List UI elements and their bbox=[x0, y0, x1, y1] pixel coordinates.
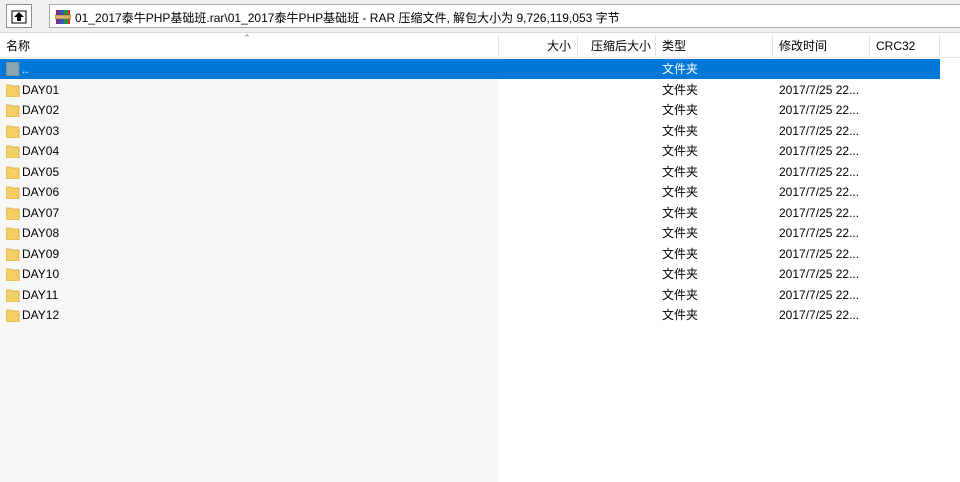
row-modified: 2017/7/25 22... bbox=[779, 164, 860, 179]
row-name: .. bbox=[22, 62, 29, 76]
row-modified: 2017/7/25 22... bbox=[779, 246, 860, 261]
row-name: DAY05 bbox=[22, 164, 60, 179]
row-name: DAY06 bbox=[22, 185, 60, 199]
parent-folder-icon bbox=[6, 62, 20, 76]
row-modified: 2017/7/25 22... bbox=[779, 144, 860, 158]
row-name: DAY04 bbox=[22, 144, 60, 158]
column-packed-size[interactable]: 压缩后大小 bbox=[578, 35, 656, 57]
column-modified[interactable]: 修改时间 bbox=[773, 35, 870, 57]
column-crc32-label: CRC32 bbox=[876, 39, 916, 53]
row-type: 文件夹 bbox=[662, 164, 699, 179]
row-type: 文件夹 bbox=[662, 226, 699, 240]
rar-archive-icon bbox=[54, 9, 72, 25]
column-type[interactable]: 类型 bbox=[656, 35, 773, 57]
table-row[interactable]: DAY09 文件夹 2017/7/25 22... bbox=[0, 244, 940, 264]
row-name: DAY11 bbox=[22, 287, 59, 302]
row-type: 文件夹 bbox=[662, 103, 699, 117]
table-row[interactable]: DAY04 文件夹 2017/7/25 22... bbox=[0, 141, 940, 161]
row-name: DAY10 bbox=[22, 267, 60, 281]
row-modified bbox=[779, 59, 869, 79]
table-row[interactable]: DAY05 文件夹 2017/7/25 22... bbox=[0, 162, 940, 182]
table-row[interactable]: DAY06 文件夹 2017/7/25 22... bbox=[0, 182, 940, 202]
row-name: DAY12 bbox=[22, 308, 60, 322]
row-modified: 2017/7/25 22... bbox=[779, 185, 860, 199]
folder-icon bbox=[6, 144, 20, 158]
table-row[interactable]: DAY02 文件夹 2017/7/25 22... bbox=[0, 100, 940, 120]
row-modified: 2017/7/25 22... bbox=[779, 267, 860, 281]
row-name: DAY02 bbox=[22, 103, 60, 117]
row-modified: 2017/7/25 22... bbox=[779, 103, 860, 117]
row-type: 文件夹 bbox=[662, 205, 699, 220]
row-modified: 2017/7/25 22... bbox=[779, 82, 860, 97]
up-folder-icon bbox=[11, 8, 27, 24]
folder-icon bbox=[6, 308, 20, 322]
folder-icon bbox=[6, 165, 20, 179]
table-row[interactable]: DAY07 文件夹 2017/7/25 22... bbox=[0, 203, 940, 223]
table-row[interactable]: DAY12 文件夹 2017/7/25 22... bbox=[0, 305, 940, 325]
row-modified: 2017/7/25 22... bbox=[779, 287, 860, 302]
row-modified: 2017/7/25 22... bbox=[779, 226, 860, 240]
row-type: 文件夹 bbox=[662, 267, 699, 281]
row-type: 文件夹 bbox=[662, 185, 699, 199]
column-modified-label: 修改时间 bbox=[779, 39, 828, 53]
table-row[interactable]: DAY10 文件夹 2017/7/25 22... bbox=[0, 264, 940, 284]
table-row[interactable]: DAY11 文件夹 2017/7/25 22... bbox=[0, 285, 940, 305]
folder-icon bbox=[6, 247, 20, 261]
folder-icon bbox=[6, 185, 20, 199]
column-packed-size-label: 压缩后大小 bbox=[591, 39, 652, 53]
folder-icon bbox=[6, 83, 20, 97]
folder-icon bbox=[6, 103, 20, 117]
table-row[interactable]: DAY01 文件夹 2017/7/25 22... bbox=[0, 80, 940, 100]
row-name: DAY07 bbox=[22, 205, 60, 220]
row-type: 文件夹 bbox=[662, 287, 699, 302]
row-type: 文件夹 bbox=[662, 62, 699, 76]
column-header: ^ 名称 大小 压缩后大小 类型 修改时间 CRC32 bbox=[0, 34, 960, 58]
archive-path-text: 01_2017泰牛PHP基础班.rar\01_2017泰牛PHP基础班 - RA… bbox=[75, 11, 620, 25]
up-one-level-button[interactable] bbox=[6, 4, 32, 28]
row-type: 文件夹 bbox=[662, 246, 699, 261]
folder-icon bbox=[6, 288, 20, 302]
column-size[interactable]: 大小 bbox=[499, 35, 578, 57]
row-name: DAY03 bbox=[22, 123, 60, 138]
row-name: DAY08 bbox=[22, 226, 60, 240]
row-type: 文件夹 bbox=[662, 82, 699, 97]
row-modified: 2017/7/25 22... bbox=[779, 308, 860, 322]
row-name: DAY09 bbox=[22, 246, 60, 261]
folder-icon bbox=[6, 206, 20, 220]
table-row-parent[interactable]: .. 文件夹 bbox=[0, 59, 940, 79]
row-type: 文件夹 bbox=[662, 308, 699, 322]
column-crc32[interactable]: CRC32 bbox=[870, 35, 940, 57]
column-name-label: 名称 bbox=[6, 39, 31, 53]
address-bar: 01_2017泰牛PHP基础班.rar\01_2017泰牛PHP基础班 - RA… bbox=[0, 0, 960, 33]
row-type: 文件夹 bbox=[662, 144, 699, 158]
folder-icon bbox=[6, 226, 20, 240]
column-name[interactable]: 名称 bbox=[0, 35, 499, 57]
column-size-label: 大小 bbox=[546, 39, 571, 53]
row-name: DAY01 bbox=[22, 82, 60, 97]
column-type-label: 类型 bbox=[662, 39, 687, 53]
row-type: 文件夹 bbox=[662, 123, 699, 138]
table-row[interactable]: DAY08 文件夹 2017/7/25 22... bbox=[0, 223, 940, 243]
folder-icon bbox=[6, 124, 20, 138]
row-modified: 2017/7/25 22... bbox=[779, 123, 860, 138]
folder-icon bbox=[6, 267, 20, 281]
row-modified: 2017/7/25 22... bbox=[779, 205, 860, 220]
path-field[interactable]: 01_2017泰牛PHP基础班.rar\01_2017泰牛PHP基础班 - RA… bbox=[49, 4, 960, 28]
table-row[interactable]: DAY03 文件夹 2017/7/25 22... bbox=[0, 121, 940, 141]
